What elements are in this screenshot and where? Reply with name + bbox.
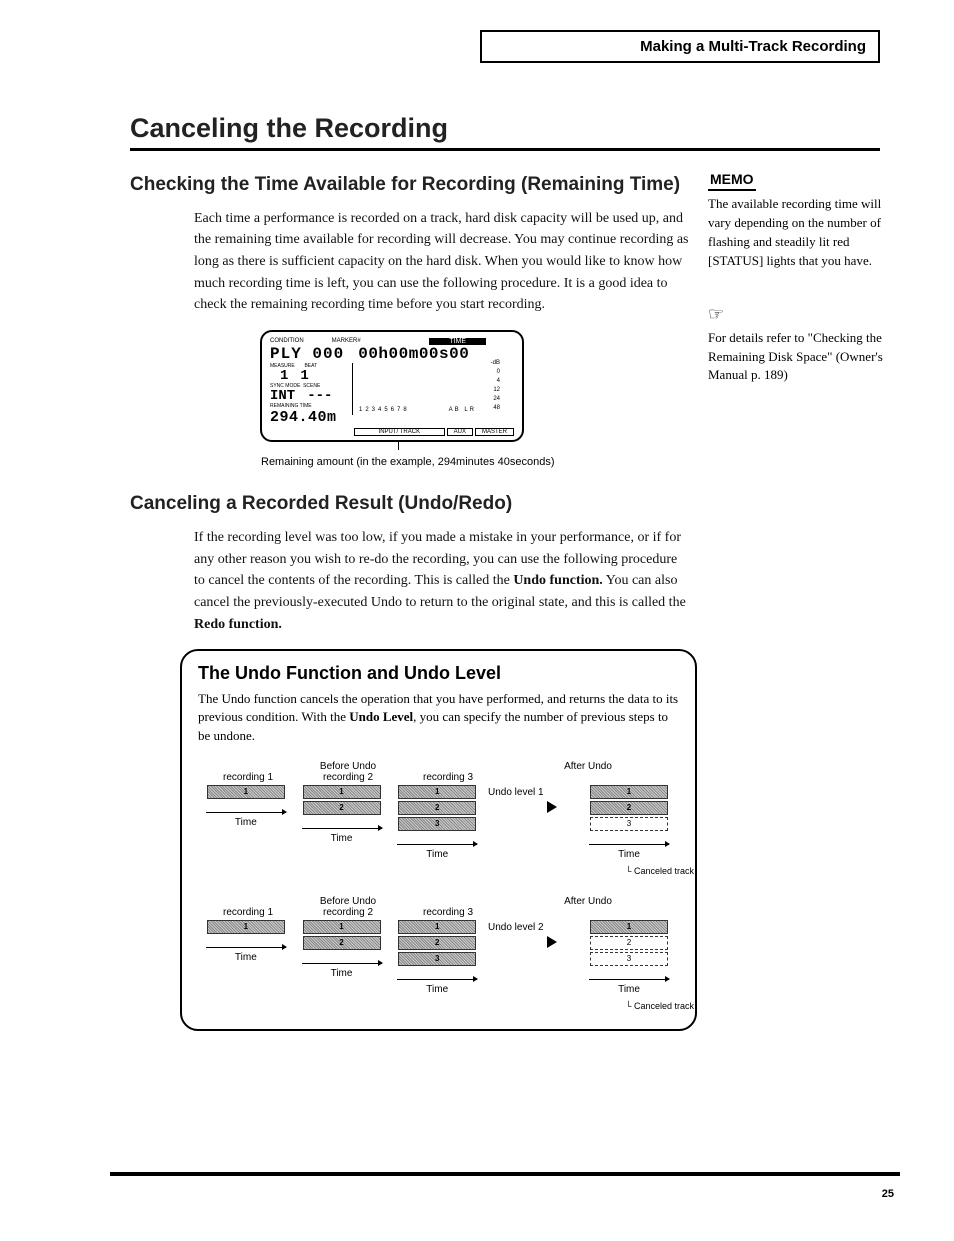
lcd-sync: INT bbox=[270, 389, 295, 403]
track-block: 1 bbox=[207, 920, 285, 934]
track-block: 1 bbox=[303, 920, 381, 934]
memo-text: The available recording time will vary d… bbox=[708, 195, 886, 270]
time-label: Time bbox=[618, 984, 640, 995]
time-label: Time bbox=[235, 952, 257, 963]
time-label: Time bbox=[331, 833, 353, 844]
time-label: Time bbox=[618, 849, 640, 860]
time-label: Time bbox=[235, 817, 257, 828]
lcd-measure: 1 bbox=[280, 369, 288, 383]
lcd-figure: CONDITION MARKER# TIME PLY 000 00h00m00s… bbox=[260, 330, 690, 450]
diagram-label: After Undo bbox=[498, 761, 638, 772]
diagram-label: recording 3 bbox=[398, 907, 498, 918]
canceled-label: Canceled track bbox=[634, 1001, 694, 1011]
track-block: 3 bbox=[398, 952, 476, 966]
lcd-meters: -dB 0 4 12 24 48 12345678 AB LR bbox=[352, 363, 482, 415]
lcd-box-master: MASTER bbox=[475, 428, 514, 436]
section-body-undo-redo: If the recording level was too low, if y… bbox=[194, 527, 690, 635]
diagram-label: recording 1 bbox=[198, 907, 298, 918]
diagram-label: recording 2 bbox=[298, 772, 398, 783]
track-block: 1 bbox=[303, 785, 381, 799]
lcd-scale: 24 bbox=[491, 395, 500, 404]
play-icon bbox=[547, 936, 557, 948]
track-block: 2 bbox=[398, 801, 476, 815]
play-icon bbox=[547, 801, 557, 813]
lcd-remain: 294.40m bbox=[270, 409, 352, 426]
track-block: 1 bbox=[398, 920, 476, 934]
track-block: 1 bbox=[207, 785, 285, 799]
section-body-remaining-time: Each time a performance is recorded on a… bbox=[194, 208, 690, 316]
diagram-label: recording 1 bbox=[198, 772, 298, 783]
diagram-label: recording 2 bbox=[298, 907, 398, 918]
lcd-beat: 1 bbox=[300, 369, 308, 383]
bottom-rule bbox=[110, 1172, 900, 1176]
undo-diagram-level2: Before Undo After Undo recording 1 recor… bbox=[198, 896, 679, 1011]
pointer-icon: ☞ bbox=[708, 301, 724, 327]
track-block: 1 bbox=[398, 785, 476, 799]
track-block-canceled: 3 bbox=[590, 952, 668, 966]
lcd-scale: 0 bbox=[491, 368, 500, 377]
undo-function-box: The Undo Function and Undo Level The Und… bbox=[180, 649, 697, 1031]
lcd-label-time: TIME bbox=[429, 338, 486, 345]
lcd-box-aux: AUX bbox=[447, 428, 473, 436]
lcd-time: 00h00m00s00 bbox=[358, 345, 469, 363]
track-block: 2 bbox=[303, 801, 381, 815]
time-label: Time bbox=[426, 849, 448, 860]
sidebar: MEMO The available recording time will v… bbox=[708, 169, 886, 415]
lcd-label-marker: MARKER# bbox=[332, 338, 361, 345]
time-label: Time bbox=[426, 984, 448, 995]
chapter-header-box: Making a Multi-Track Recording bbox=[480, 30, 880, 63]
lcd-scale: 48 bbox=[491, 404, 500, 413]
reference-text: For details refer to "Checking the Remai… bbox=[708, 329, 886, 386]
section-heading-remaining-time: Checking the Time Available for Recordin… bbox=[130, 173, 690, 198]
canceled-label: Canceled track bbox=[634, 866, 694, 876]
track-block: 2 bbox=[398, 936, 476, 950]
lcd-label-condition: CONDITION bbox=[270, 338, 304, 345]
track-block: 3 bbox=[398, 817, 476, 831]
diagram-label: recording 3 bbox=[398, 772, 498, 783]
lcd-scene: --- bbox=[307, 389, 332, 403]
memo-label: MEMO bbox=[708, 169, 756, 191]
lcd-scale: 12 bbox=[491, 386, 500, 395]
section-heading-undo-redo: Canceling a Recorded Result (Undo/Redo) bbox=[130, 492, 690, 517]
page-title: Canceling the Recording bbox=[130, 113, 880, 151]
diagram-label: Before Undo bbox=[298, 896, 398, 907]
lcd-meter-channels: 12345678 bbox=[359, 407, 410, 413]
lcd-scale: -dB bbox=[491, 359, 500, 368]
undo-diagram-level1: Before Undo After Undo recording 1 recor… bbox=[198, 761, 679, 876]
page-number: 25 bbox=[882, 1188, 894, 1200]
undo-box-text: The Undo function cancels the operation … bbox=[198, 690, 679, 745]
lcd-meter-right: AB LR bbox=[449, 407, 476, 413]
lcd-box-input-track: INPUT/ TRACK bbox=[354, 428, 445, 436]
track-block: 2 bbox=[303, 936, 381, 950]
diagram-label: Before Undo bbox=[298, 761, 398, 772]
track-block-canceled: 3 bbox=[590, 817, 668, 831]
lcd-caption: Remaining amount (in the example, 294min… bbox=[261, 456, 690, 468]
time-label: Time bbox=[331, 968, 353, 979]
diagram-label: After Undo bbox=[498, 896, 638, 907]
lcd-scale: 4 bbox=[491, 377, 500, 386]
undo-box-title: The Undo Function and Undo Level bbox=[198, 663, 679, 684]
lcd-ply: PLY 000 bbox=[270, 345, 344, 363]
